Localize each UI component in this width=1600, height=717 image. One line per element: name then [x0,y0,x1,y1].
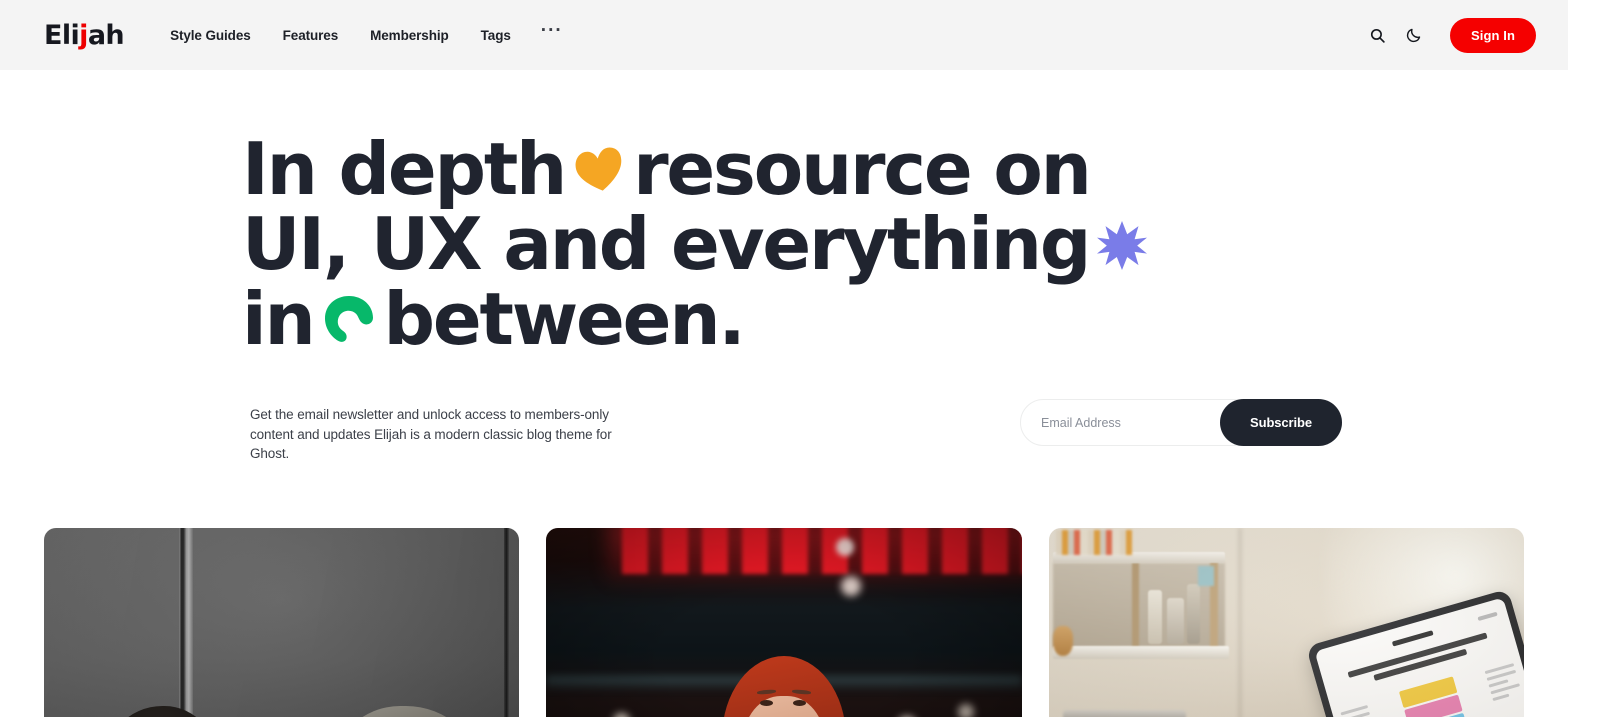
subscribe-form: Subscribe [1020,399,1342,446]
nav-item-style-guides[interactable]: Style Guides [154,22,267,49]
hero-section: In depth resource on UI, UX and everythin… [0,70,1568,464]
newsletter-block: Get the email newsletter and unlock acce… [242,399,1342,464]
logo-text-prefix: Eli [44,19,80,51]
header-actions: Sign In [1360,17,1536,53]
post-card[interactable] [1048,527,1524,717]
swirl-emoji [322,283,376,358]
nav-item-tags[interactable]: Tags [465,22,527,49]
logo-text-accent: j [79,19,88,51]
headline-line-3-text-b: between. [383,277,746,361]
site-logo[interactable]: Elijah [44,19,125,51]
nav-item-membership[interactable]: Membership [354,22,465,49]
nav-more-button[interactable]: ··· [527,21,577,44]
logo-text-suffix: ah [87,19,125,51]
post-card-image [1048,527,1524,717]
hero-inner: In depth resource on UI, UX and everythin… [234,132,1342,464]
star-emoji [1097,208,1148,283]
moon-icon [1407,28,1421,42]
headline-line-1-text-a: In depth [242,127,567,211]
headline-line-2-text: UI, UX and everything [242,202,1091,286]
main-nav: Style Guides Features Membership Tags ··… [154,21,577,49]
logo-text: Elijah [44,19,125,51]
headline-line-1: In depth resource on [242,132,1334,207]
subscribe-button[interactable]: Subscribe [1220,399,1342,446]
headline-line-1-text-b: resource on [633,127,1092,211]
search-button[interactable] [1360,17,1396,53]
search-icon [1371,28,1386,43]
post-card[interactable] [546,527,1022,717]
headline-line-2: UI, UX and everything [242,207,1334,282]
post-card[interactable] [44,527,520,717]
newsletter-copy: Get the email newsletter and unlock acce… [250,407,612,461]
page-root: Elijah Style Guides Features Membership … [0,0,1600,717]
sign-in-button[interactable]: Sign In [1449,17,1536,53]
post-card-image [546,527,1022,717]
headline-line-3: in between. [242,282,1334,357]
theme-toggle-button[interactable] [1396,17,1432,53]
nav-item-features[interactable]: Features [267,22,354,49]
site-header: Elijah Style Guides Features Membership … [0,0,1568,70]
headline-line-3-text-a: in [242,277,316,361]
post-card-image [44,527,520,717]
post-card-grid [0,527,1568,717]
hero-headline: In depth resource on UI, UX and everythin… [242,132,1334,357]
heart-emoji [573,133,625,208]
